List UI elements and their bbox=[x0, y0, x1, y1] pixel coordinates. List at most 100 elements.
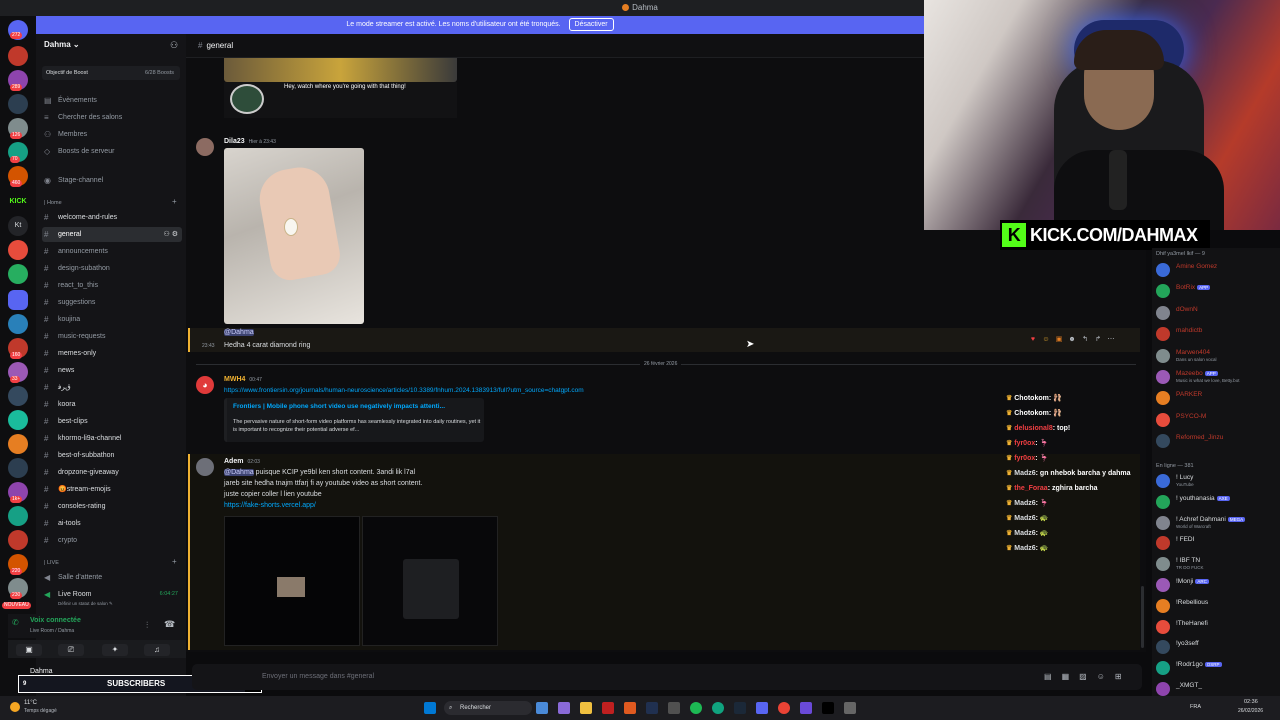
more-options-icon[interactable]: ⋯ bbox=[1106, 335, 1116, 345]
screen-share-icon[interactable]: ⎚ bbox=[58, 644, 84, 656]
member-item[interactable]: ! youthanasia AXE bbox=[1156, 493, 1278, 511]
member-item[interactable]: BotRix APP bbox=[1156, 282, 1278, 300]
member-item[interactable]: !Monji ARC bbox=[1156, 576, 1278, 594]
member-item[interactable]: ! FEDI bbox=[1156, 534, 1278, 552]
user-mention[interactable]: @Dahma bbox=[224, 469, 254, 476]
channel-item[interactable]: # general ⚇ ⚙ bbox=[42, 227, 182, 242]
sticker-icon[interactable]: ▨ bbox=[1079, 672, 1097, 681]
message-author[interactable]: Dila23 bbox=[224, 138, 245, 145]
channel-item[interactable]: # 😡stream-emojis bbox=[42, 482, 182, 497]
member-item[interactable]: mahdictb bbox=[1156, 325, 1278, 343]
server-icon[interactable] bbox=[8, 240, 28, 260]
taskbar-app-icon[interactable] bbox=[668, 702, 680, 714]
set-channel-status[interactable]: Définir un statut de salon ✎ bbox=[58, 601, 113, 607]
member-item[interactable]: !Rodr1go OSRP bbox=[1156, 659, 1278, 677]
taskbar-app-icon[interactable] bbox=[800, 702, 812, 714]
category-live[interactable]: | LIVE bbox=[44, 560, 59, 566]
disable-streamer-mode-button[interactable]: Désactiver bbox=[568, 18, 614, 31]
add-member-icon[interactable]: ⚇ bbox=[170, 40, 178, 51]
message-author[interactable]: Adem bbox=[224, 458, 243, 465]
member-item[interactable]: Marwen404 Dans un salon vocal bbox=[1156, 347, 1278, 365]
emoji-icon[interactable]: ☺ bbox=[1097, 672, 1115, 681]
settings-icon[interactable] bbox=[844, 702, 856, 714]
reaction-icon[interactable]: ▣ bbox=[1054, 335, 1064, 345]
channel-item[interactable]: # dropzone-giveaway bbox=[42, 465, 182, 480]
taskbar-app-icon[interactable] bbox=[712, 702, 724, 714]
folder-icon[interactable] bbox=[580, 702, 592, 714]
avatar[interactable] bbox=[196, 458, 214, 476]
sidebar-item-events[interactable]: ▤ Évènements bbox=[42, 93, 182, 108]
channel-item[interactable]: # news bbox=[42, 363, 182, 378]
channel-item[interactable]: # design-subathon bbox=[42, 261, 182, 276]
gift-icon[interactable]: ▤ bbox=[1044, 672, 1062, 681]
attachment-image[interactable] bbox=[224, 516, 360, 646]
discord-icon[interactable] bbox=[756, 702, 768, 714]
server-icon[interactable] bbox=[8, 386, 28, 406]
server-icon[interactable] bbox=[8, 530, 28, 550]
channel-settings-icon[interactable]: ⚇ ⚙ bbox=[164, 227, 179, 242]
taskbar-app-icon[interactable] bbox=[822, 702, 834, 714]
channel-item[interactable]: # react_to_this bbox=[42, 278, 182, 293]
taskbar-app-icon[interactable] bbox=[602, 702, 614, 714]
add-reaction-icon[interactable]: ☻ bbox=[1067, 335, 1077, 345]
gif-icon[interactable]: ▦ bbox=[1062, 672, 1080, 681]
embed-title[interactable]: Frontiers | Mobile phone short video use… bbox=[233, 403, 445, 410]
user-name[interactable]: Dahma bbox=[30, 668, 53, 675]
clock-time[interactable]: 02:36 bbox=[1244, 699, 1258, 705]
message-input[interactable]: Envoyer un message dans #general bbox=[192, 664, 1142, 690]
channel-live-room[interactable]: ◀ Live Room 6:04:27 bbox=[42, 587, 182, 602]
channel-stage[interactable]: ◉ Stage-channel bbox=[42, 173, 182, 188]
message-author[interactable]: MWH4 bbox=[224, 376, 245, 383]
avatar[interactable] bbox=[196, 138, 214, 156]
channel-waiting-room[interactable]: ◀ Salle d'attente bbox=[42, 570, 182, 585]
server-icon[interactable] bbox=[8, 410, 28, 430]
message-link[interactable]: https://www.frontiersin.org/journals/hum… bbox=[224, 387, 584, 394]
spotify-icon[interactable] bbox=[690, 702, 702, 714]
sidebar-item-browse-channels[interactable]: ≡ Chercher des salons bbox=[42, 110, 182, 125]
server-name-header[interactable]: Dahma ⌄ bbox=[44, 40, 80, 49]
scrollbar-thumb[interactable] bbox=[1141, 586, 1144, 648]
kt-server-icon[interactable]: Kt bbox=[8, 216, 28, 236]
apps-icon[interactable]: ⊞ bbox=[1115, 672, 1132, 681]
attachment-image[interactable] bbox=[362, 516, 498, 646]
reply-icon[interactable]: ↰ bbox=[1080, 335, 1090, 345]
boost-goal-bar[interactable]: Objectif de Boost 6/28 Boosts bbox=[42, 66, 180, 80]
member-item[interactable]: !yo3seff bbox=[1156, 638, 1278, 656]
smile-reaction-icon[interactable]: ☺ bbox=[1041, 335, 1051, 345]
channel-item[interactable]: # music-requests bbox=[42, 329, 182, 344]
member-item[interactable]: ! Achref Dahmani MEGA World of Warcraft bbox=[1156, 514, 1278, 532]
channel-item[interactable]: # ai-tools bbox=[42, 516, 182, 531]
server-icon[interactable] bbox=[8, 458, 28, 478]
member-item[interactable]: ! Lucy YouTube bbox=[1156, 472, 1278, 490]
channel-item[interactable]: # best-clips bbox=[42, 414, 182, 429]
member-item[interactable]: Mazeebo APP Music is what we love, Betty.b… bbox=[1156, 368, 1278, 386]
taskbar-search[interactable]: ⌕ Rechercher bbox=[444, 701, 532, 715]
server-icon[interactable] bbox=[8, 264, 28, 284]
discord-avatar-icon[interactable]: ◕ bbox=[196, 376, 214, 394]
member-item[interactable]: !Rebellious bbox=[1156, 597, 1278, 615]
add-channel-icon[interactable]: + bbox=[172, 557, 177, 566]
channel-item[interactable]: # best-of-subbathon bbox=[42, 448, 182, 463]
server-folder-icon[interactable] bbox=[8, 290, 28, 310]
member-item[interactable]: Reformed_Jinzu bbox=[1156, 432, 1278, 450]
channel-item[interactable]: # crypto bbox=[42, 533, 182, 548]
server-icon[interactable] bbox=[8, 94, 28, 114]
server-icon[interactable] bbox=[8, 434, 28, 454]
sticker-image[interactable] bbox=[224, 58, 457, 82]
steam-icon[interactable] bbox=[734, 702, 746, 714]
channel-item[interactable]: # suggestions bbox=[42, 295, 182, 310]
soundboard-icon[interactable]: ♫ bbox=[144, 644, 170, 656]
language-indicator[interactable]: FRA bbox=[1190, 704, 1201, 710]
noise-suppression-icon[interactable]: ⫶ bbox=[146, 620, 148, 631]
disconnect-icon[interactable]: ☎ bbox=[164, 619, 175, 630]
message-link[interactable]: https://fake-shorts.vercel.app/ bbox=[224, 502, 316, 509]
member-item[interactable]: PSYCO-M bbox=[1156, 411, 1278, 429]
taskbar-app-icon[interactable] bbox=[624, 702, 636, 714]
reply-mention[interactable]: @Dahma bbox=[224, 329, 254, 336]
member-item[interactable]: dOwnN bbox=[1156, 304, 1278, 322]
taskbar-app-icon[interactable] bbox=[558, 702, 570, 714]
channel-item[interactable]: # consoles-rating bbox=[42, 499, 182, 514]
channel-item[interactable]: # koora bbox=[42, 397, 182, 412]
taskbar-app-icon[interactable] bbox=[536, 702, 548, 714]
activities-icon[interactable]: ✦ bbox=[102, 644, 128, 656]
